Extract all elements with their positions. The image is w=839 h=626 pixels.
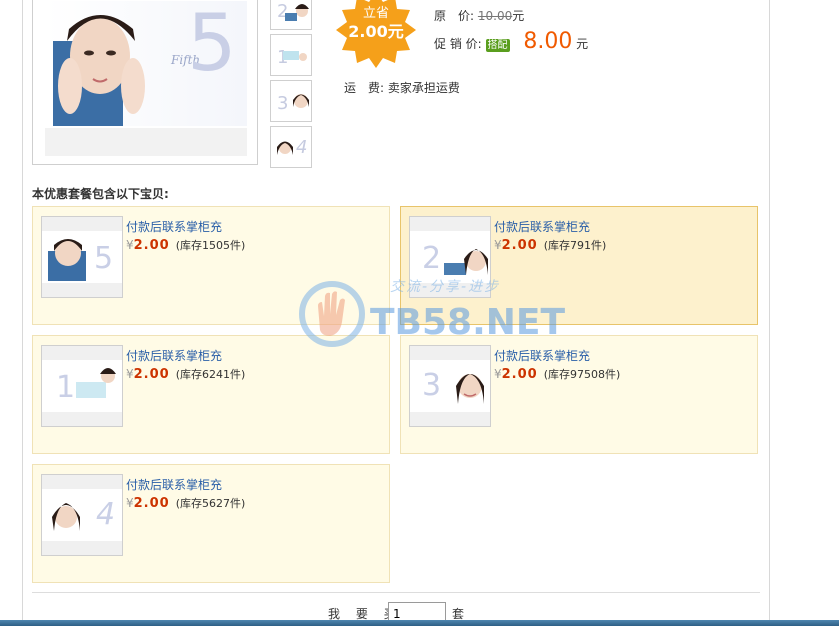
package-item-image[interactable]: 2 (409, 216, 491, 298)
package-item-image[interactable]: 4 (41, 474, 123, 556)
package-item-card[interactable]: 1 付款后联系掌柜充 ¥2.00 (库存6241件) (32, 335, 390, 454)
main-image-footer (45, 128, 247, 156)
package-item-price: ¥2.00 (库存5627件) (126, 495, 245, 511)
thumbnail-3[interactable]: 3 (270, 80, 312, 122)
original-price-label: 原 价: (434, 9, 475, 23)
item-image-number: 5 (94, 241, 114, 276)
currency-symbol: ¥ (126, 496, 134, 510)
item-price-value: 2.00 (501, 238, 538, 253)
face-photo-icon (42, 346, 122, 426)
original-price-value: 10.00 (477, 9, 513, 23)
face-thumb-icon (293, 94, 309, 108)
original-price-unit: 元 (512, 9, 525, 23)
promo-price-value: 8.00 (523, 29, 573, 54)
main-image-art: Fifth 5 (45, 1, 247, 126)
package-item-price: ¥2.00 (库存1505件) (126, 237, 245, 253)
package-item-price: ¥2.00 (库存6241件) (126, 366, 245, 382)
promo-price-unit: 元 (576, 37, 589, 51)
item-price-value: 2.00 (501, 367, 538, 382)
package-item-price: ¥2.00 (库存97508件) (494, 366, 620, 382)
thumbnail-2[interactable]: 1 (270, 34, 312, 76)
shipping-row: 运 费: 卖家承担运费 (344, 79, 460, 96)
currency-symbol: ¥ (494, 238, 502, 252)
divider (32, 592, 760, 593)
promo-price-label: 促 销 价: (434, 37, 482, 51)
savings-amount: 2.00元 (348, 22, 404, 41)
content-left-border (22, 0, 23, 626)
currency-symbol: ¥ (126, 367, 134, 381)
content-right-border (769, 0, 770, 626)
package-item-title[interactable]: 付款后联系掌柜充 (494, 347, 590, 364)
package-item-card[interactable]: 3 付款后联系掌柜充 ¥2.00 (库存97508件) (400, 335, 758, 454)
package-item-title[interactable]: 付款后联系掌柜充 (126, 347, 222, 364)
package-item-price: ¥2.00 (库存791件) (494, 237, 606, 253)
savings-badge: 立省 2.00元 (334, 0, 418, 70)
promo-price-row: 促 销 价: 搭配 8.00 元 (434, 29, 588, 54)
currency-symbol: ¥ (126, 238, 134, 252)
package-item-image[interactable]: 1 (41, 345, 123, 427)
item-price-value: 2.00 (133, 367, 170, 382)
shipping-label: 运 费: (344, 81, 385, 95)
package-item-image[interactable]: 3 (409, 345, 491, 427)
item-stock: (库存1505件) (175, 239, 246, 252)
package-item-title[interactable]: 付款后联系掌柜充 (126, 476, 222, 493)
item-price-value: 2.00 (133, 238, 170, 253)
thumbnail-4[interactable]: 4 (270, 126, 312, 168)
item-image-number: 2 (422, 241, 442, 276)
currency-symbol: ¥ (494, 367, 502, 381)
package-item-card[interactable]: 2 付款后联系掌柜充 ¥2.00 (库存791件) (400, 206, 758, 325)
package-item-title[interactable]: 付款后联系掌柜充 (126, 218, 222, 235)
main-product-image[interactable]: Fifth 5 (32, 0, 258, 165)
main-image-number: 5 (187, 1, 237, 89)
shipping-value: 卖家承担运费 (387, 81, 460, 95)
window-bottom-bar (0, 620, 839, 626)
item-image-number: 4 (96, 497, 116, 532)
face-thumb-icon (285, 4, 309, 21)
item-stock: (库存6241件) (175, 368, 246, 381)
package-item-image[interactable]: 5 (41, 216, 123, 298)
item-price-value: 2.00 (133, 496, 170, 511)
package-item-title[interactable]: 付款后联系掌柜充 (494, 218, 590, 235)
item-image-number: 3 (422, 368, 442, 403)
package-heading: 本优惠套餐包含以下宝贝: (32, 187, 169, 201)
original-price-row: 原 价: 10.00元 (434, 7, 524, 24)
face-thumb-icon (277, 141, 293, 155)
combo-tag: 搭配 (485, 39, 510, 52)
item-image-number: 1 (56, 370, 76, 405)
item-stock: (库存5627件) (175, 497, 246, 510)
package-item-card[interactable]: 5 付款后联系掌柜充 ¥2.00 (库存1505件) (32, 206, 390, 325)
face-thumb-icon (283, 51, 307, 61)
package-item-card[interactable]: 4 付款后联系掌柜充 ¥2.00 (库存5627件) (32, 464, 390, 583)
item-stock: (库存97508件) (543, 368, 621, 381)
item-stock: (库存791件) (543, 239, 607, 252)
thumbnail-1[interactable]: 2 (270, 0, 312, 30)
